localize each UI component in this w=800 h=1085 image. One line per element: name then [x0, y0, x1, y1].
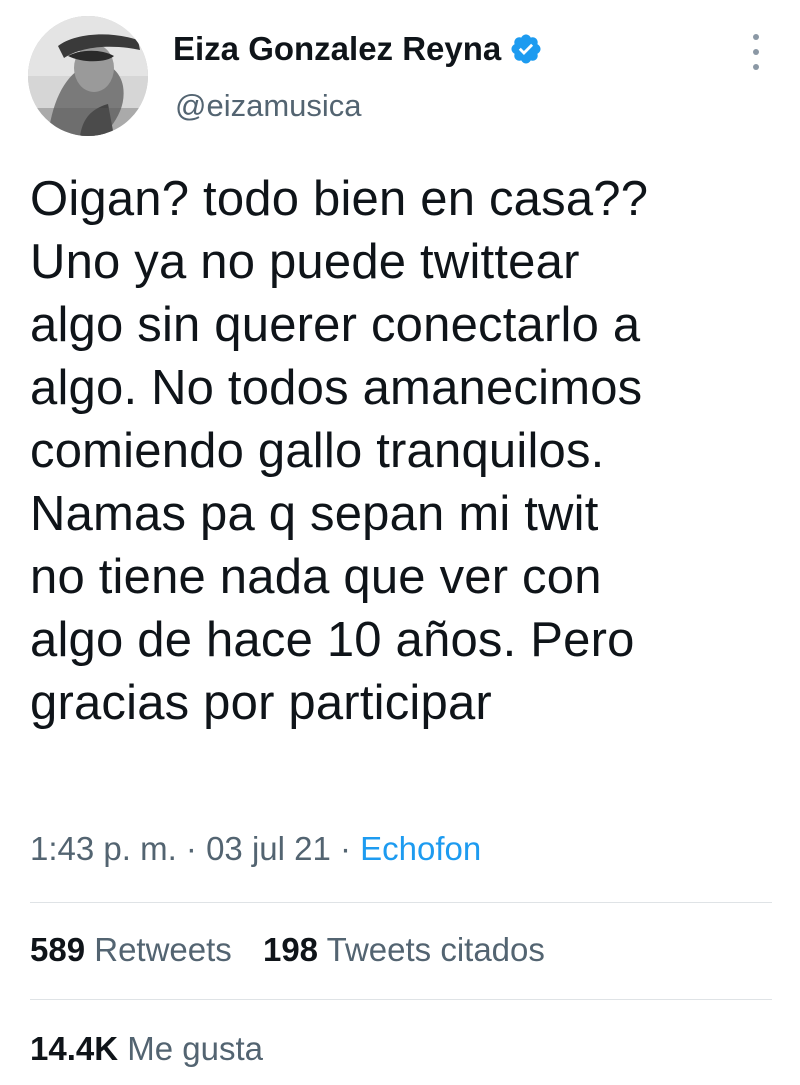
meta-separator: ·	[176, 830, 207, 867]
tweet-detail: Eiza Gonzalez Reyna @eizamusica Oigan? t…	[0, 0, 800, 1085]
likes-count: 14.4K	[30, 1030, 119, 1067]
tweet-metadata: 1:43 p. m. · 03 jul 21 · Echofon	[30, 830, 481, 868]
tweet-text-line: comiendo gallo tranquilos.	[30, 424, 605, 478]
tweet-time[interactable]: 1:43 p. m.	[30, 830, 177, 867]
likes-stat[interactable]: 14.4K Me gusta	[30, 1030, 263, 1068]
tweet-text-line: no tiene nada que ver con	[30, 550, 602, 604]
tweet-text-line: Uno ya no puede twittear	[30, 235, 580, 289]
display-name[interactable]: Eiza Gonzalez Reyna	[173, 30, 543, 68]
meta-separator: ·	[330, 830, 361, 867]
more-dot	[753, 64, 759, 70]
tweet-text-line: gracias por participar	[30, 676, 492, 730]
quote-tweets-count: 198	[262, 931, 319, 968]
likes-label: Me gusta	[127, 1030, 263, 1067]
tweet-stats: 589 Retweets 198 Tweets citados	[30, 931, 545, 969]
user-handle[interactable]: @eizamusica	[175, 88, 362, 124]
retweets-label: Retweets	[94, 931, 232, 968]
tweet-text-line: algo sin querer conectarlo a	[30, 298, 641, 352]
quote-tweets-label: Tweets citados	[326, 931, 545, 968]
avatar-photo-icon	[28, 16, 148, 136]
more-dot	[753, 34, 759, 40]
tweet-source-link[interactable]: Echofon	[360, 830, 481, 867]
divider	[30, 999, 772, 1000]
tweet-text-line: Namas pa q sepan mi twit	[30, 487, 599, 541]
tweet-text-line: Oigan? todo bien en casa??	[30, 172, 649, 226]
quote-tweets-stat[interactable]: 198 Tweets citados	[263, 931, 545, 969]
more-dot	[753, 49, 759, 55]
retweets-stat[interactable]: 589 Retweets	[30, 931, 232, 969]
more-options-icon[interactable]	[742, 34, 770, 70]
display-name-text: Eiza Gonzalez Reyna	[173, 30, 502, 67]
retweets-count: 589	[30, 931, 86, 968]
tweet-text: Oigan? todo bien en casa?? Uno ya no pue…	[30, 168, 790, 735]
divider	[30, 902, 772, 903]
tweet-text-line: algo. No todos amanecimos	[30, 361, 643, 415]
tweet-text-line: algo de hace 10 años. Pero	[30, 613, 635, 667]
avatar[interactable]	[28, 16, 148, 136]
tweet-date[interactable]: 03 jul 21	[206, 830, 331, 867]
verified-badge-icon	[509, 32, 543, 66]
tweet-header: Eiza Gonzalez Reyna @eizamusica	[0, 0, 800, 150]
